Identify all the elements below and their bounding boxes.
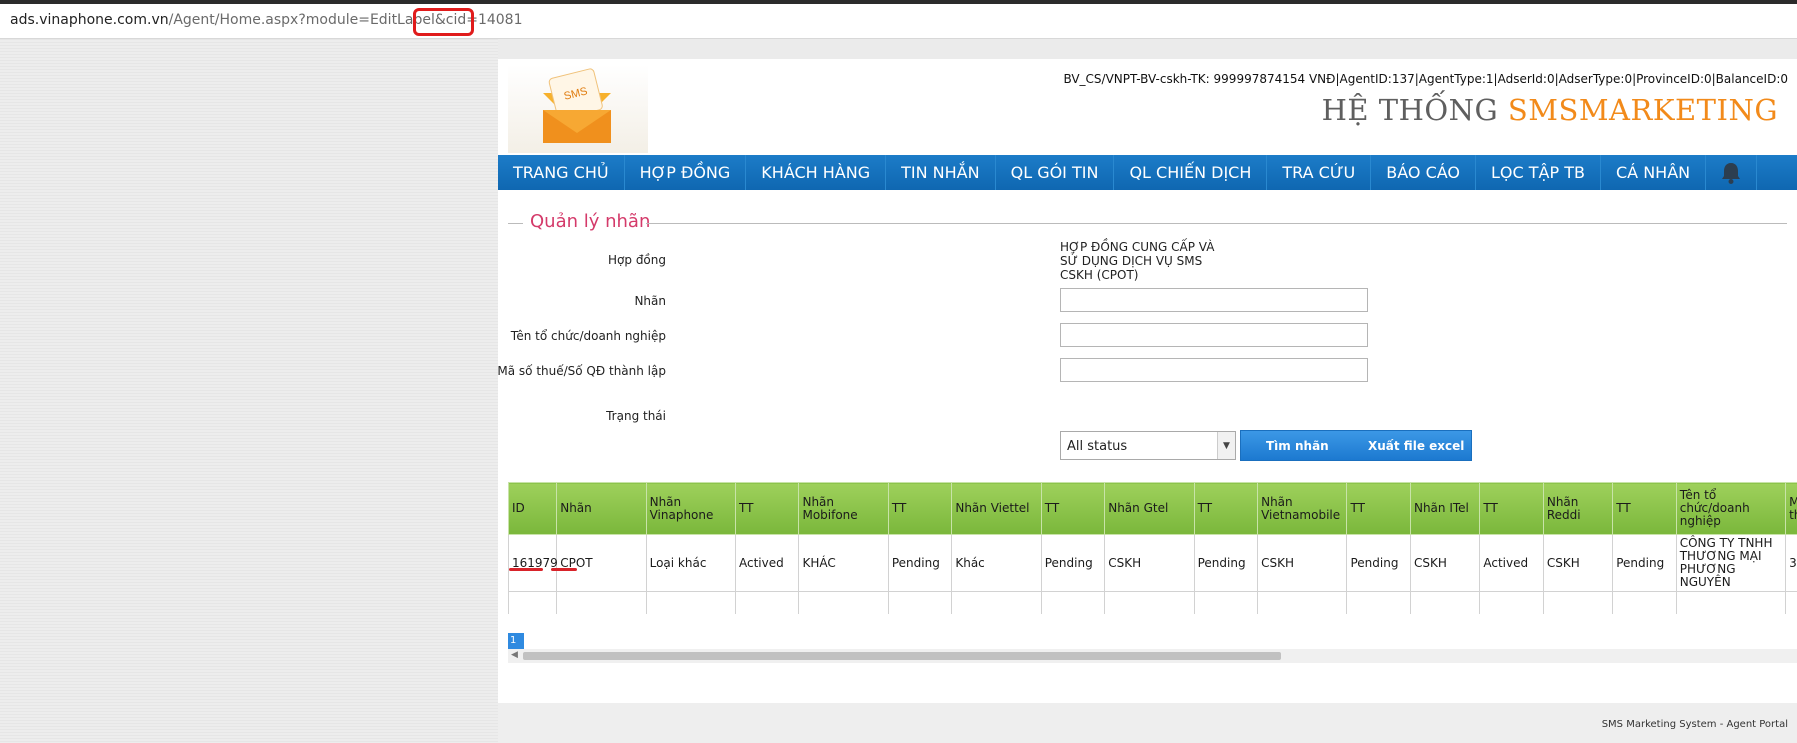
page-background — [0, 39, 498, 743]
cell: CSKH — [1409, 534, 1481, 592]
status-field-label: Trạng thái — [606, 409, 666, 423]
label-field-label: Nhãn — [634, 294, 666, 308]
col-header[interactable]: TT — [1040, 482, 1106, 535]
nav-trang-chu[interactable]: TRANG CHỦ — [498, 155, 625, 190]
horizontal-scrollbar[interactable]: ◀ — [508, 649, 1797, 663]
url-host: ads.vinaphone.com.vn — [10, 12, 169, 28]
label-underline-annotation — [551, 568, 577, 571]
chevron-down-icon[interactable]: ▼ — [1217, 432, 1235, 459]
sms-logo[interactable]: SMS — [508, 65, 648, 153]
cell: Pending — [1612, 534, 1677, 592]
status-select[interactable]: All status ▼ — [1060, 431, 1236, 460]
nav-loc-tap-tb[interactable]: LỌC TẬP TB — [1476, 155, 1601, 190]
cell-id: 161979 — [508, 534, 558, 592]
col-header[interactable]: TT — [1193, 482, 1259, 535]
section-divider — [646, 223, 1787, 224]
cell: Actived — [734, 534, 800, 592]
col-header[interactable]: Nhãn Mobifone — [798, 482, 889, 535]
cell: KHÁC — [798, 534, 889, 592]
contract-value-line: HỢP ĐỒNG CUNG CẤP VÀ — [1060, 240, 1215, 254]
nav-ql-goi-tin[interactable]: QL GÓI TIN — [996, 155, 1115, 190]
cell: CSKH — [1542, 534, 1614, 592]
nav-ca-nhan[interactable]: CÁ NHÂN — [1601, 155, 1707, 190]
col-header[interactable]: TT — [887, 482, 953, 535]
nav-bao-cao[interactable]: BÁO CÁO — [1371, 155, 1477, 190]
label-input[interactable] — [1060, 288, 1368, 312]
scroll-left-icon[interactable]: ◀ — [511, 650, 518, 660]
cell: Pending — [1040, 534, 1106, 592]
cell: Pending — [1193, 534, 1259, 592]
address-bar[interactable]: ads.vinaphone.com.vn/Agent/Home.aspx?mod… — [0, 4, 1797, 39]
label-grid: ID Nhãn Nhãn Vinaphone TT Nhãn Mobifone … — [508, 482, 1797, 614]
nav-hop-dong[interactable]: HỢP ĐỒNG — [625, 155, 747, 190]
col-header[interactable]: Nhãn Vietnamobile — [1257, 482, 1348, 535]
org-name-input[interactable] — [1060, 323, 1368, 347]
id-underline-annotation — [509, 568, 543, 571]
org-field-label: Tên tổ chức/doanh nghiệp — [510, 329, 666, 343]
tax-code-input[interactable] — [1060, 358, 1368, 382]
section-title: Quản lý nhãn — [530, 211, 651, 232]
cell: Pending — [887, 534, 953, 592]
account-info: BV_CS/VNPT-BV-cskh-TK: 999997874154 VNĐ|… — [1063, 72, 1788, 86]
table-row[interactable]: 161979 CPOT Loại khác Actived KHÁC Pendi… — [508, 534, 1797, 592]
page-number-button[interactable]: 1 — [508, 633, 524, 649]
col-header[interactable]: ID — [508, 482, 558, 535]
export-excel-button[interactable]: Xuất file excel — [1368, 439, 1464, 453]
cell: Pending — [1346, 534, 1411, 592]
grid-header-row: ID Nhãn Nhãn Vinaphone TT Nhãn Mobifone … — [508, 482, 1797, 535]
nav-ql-chien-dich[interactable]: QL CHIẾN DỊCH — [1114, 155, 1268, 190]
contract-value-line: CSKH (CPOT) — [1060, 268, 1139, 282]
bell-icon[interactable] — [1706, 155, 1758, 190]
col-header[interactable]: Tên tổ chức/doanh nghiệp — [1675, 482, 1787, 535]
col-header[interactable]: Nhãn Vinaphone — [645, 482, 736, 535]
tax-field-label: Mã số thuế/Số QĐ thành lập — [497, 364, 666, 378]
col-header[interactable]: Nhãn ITel — [1409, 482, 1481, 535]
cid-highlight-annotation — [413, 8, 474, 36]
col-header[interactable]: Mã số thành — [1785, 482, 1797, 535]
search-label-button[interactable]: Tìm nhãn — [1266, 439, 1329, 453]
contract-value-line: SỬ DỤNG DỊCH VỤ SMS — [1060, 254, 1203, 268]
cell: Actived — [1479, 534, 1544, 592]
nav-khach-hang[interactable]: KHÁCH HÀNG — [746, 155, 887, 190]
action-buttons: Tìm nhãn Xuất file excel — [1240, 430, 1472, 461]
nav-tin-nhan[interactable]: TIN NHẮN — [886, 155, 996, 190]
cell: CÔNG TY TNHH THƯƠNG MẠI PHƯƠNG NGUYÊN — [1675, 534, 1787, 592]
col-header[interactable]: TT — [734, 482, 800, 535]
system-brand-title: HỆ THỐNG SMSMARKETING — [1322, 93, 1778, 127]
status-select-value: All status — [1067, 439, 1128, 454]
scrollbar-thumb[interactable] — [523, 652, 1281, 660]
nav-tra-cuu[interactable]: TRA CỨU — [1267, 155, 1372, 190]
col-header[interactable]: TT — [1346, 482, 1411, 535]
cell: 35010 — [1785, 534, 1797, 592]
col-header[interactable]: TT — [1479, 482, 1544, 535]
contract-label: Hợp đồng — [608, 253, 666, 267]
col-header[interactable]: TT — [1612, 482, 1677, 535]
contract-value: HỢP ĐỒNG CUNG CẤP VÀ SỬ DỤNG DỊCH VỤ SMS… — [1060, 240, 1214, 282]
cell: Khác — [951, 534, 1042, 592]
section-divider — [508, 223, 523, 224]
cell-label: CPOT — [556, 534, 647, 592]
col-header[interactable]: Nhãn Reddi — [1542, 482, 1614, 535]
cell: CSKH — [1104, 534, 1195, 592]
brand-prefix: HỆ THỐNG — [1321, 93, 1499, 127]
col-header[interactable]: Nhãn Gtel — [1104, 482, 1195, 535]
agent-portal-page: SMS BV_CS/VNPT-BV-cskh-TK: 999997874154 … — [497, 59, 1797, 703]
cell: CSKH — [1257, 534, 1348, 592]
cell: Loại khác — [645, 534, 736, 592]
table-row-empty — [508, 591, 1797, 614]
col-header[interactable]: Nhãn — [556, 482, 647, 535]
brand-name: SMSMARKETING — [1507, 93, 1778, 127]
footer-text: SMS Marketing System - Agent Portal — [1601, 719, 1788, 730]
col-header[interactable]: Nhãn Viettel — [951, 482, 1042, 535]
main-navigation: TRANG CHỦ HỢP ĐỒNG KHÁCH HÀNG TIN NHẮN Q… — [498, 155, 1797, 190]
